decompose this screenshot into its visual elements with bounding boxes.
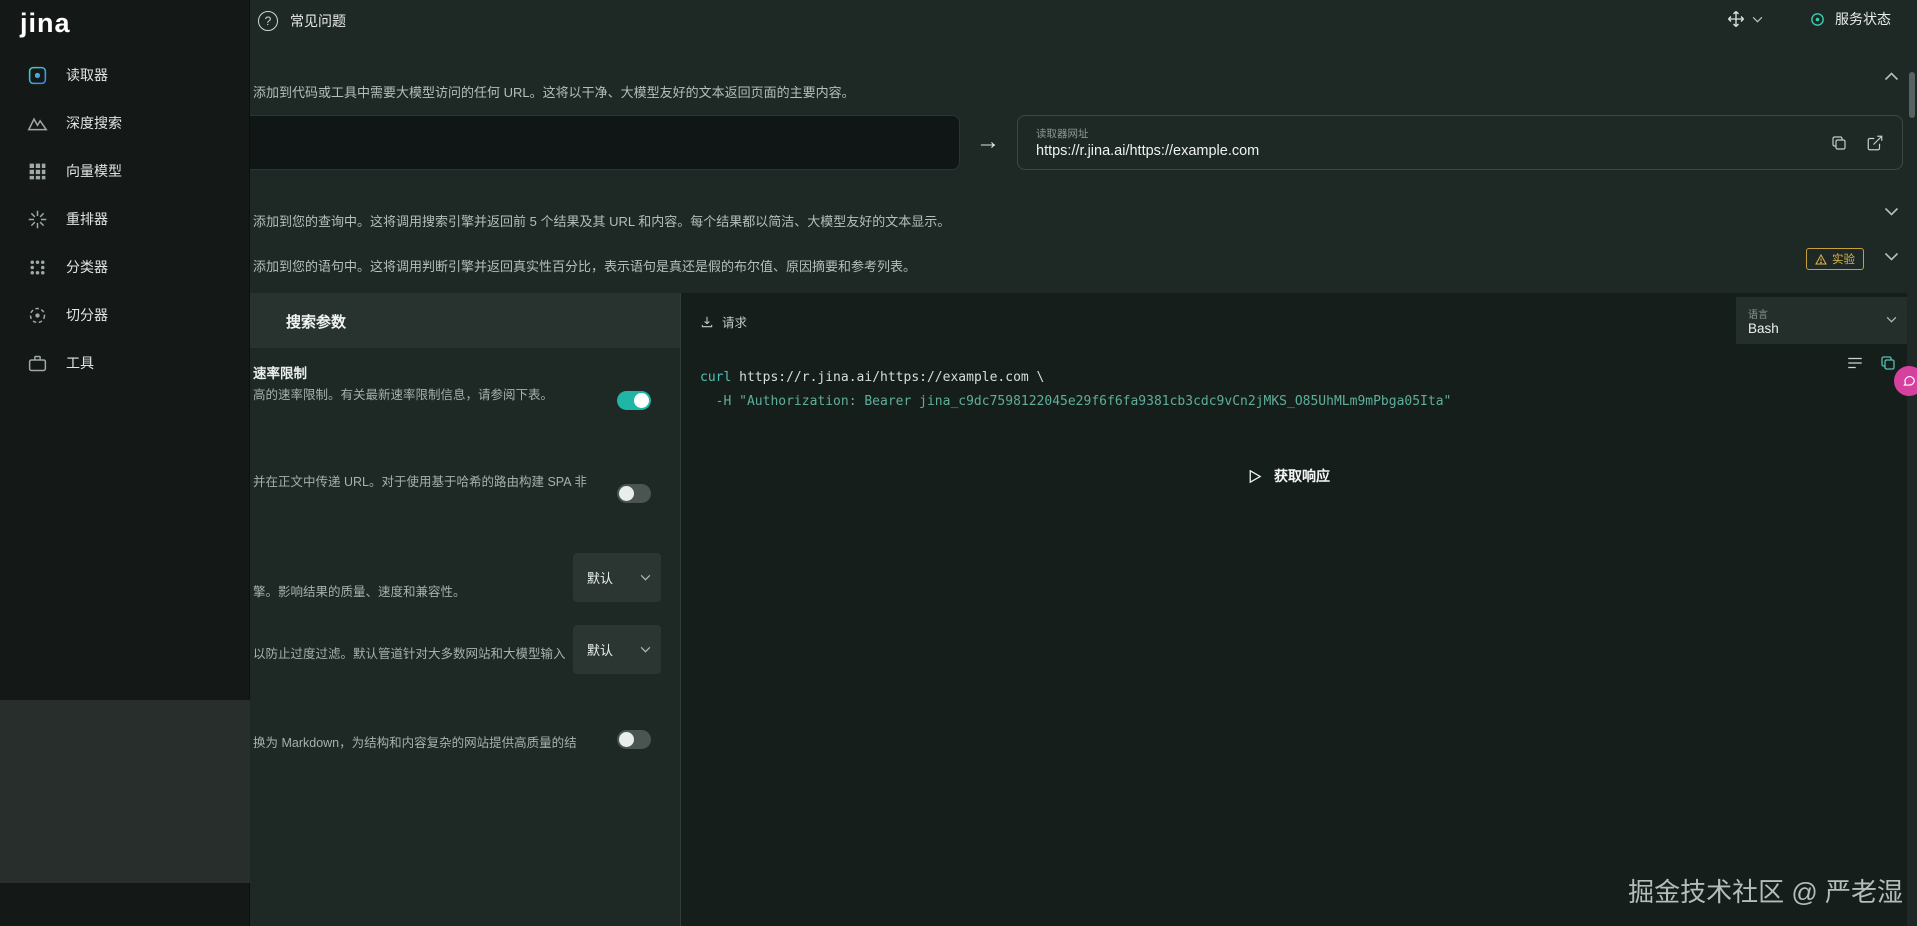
reader-url-result-texts: 读取器网址 https://r.jina.ai/https://example.… <box>1036 126 1830 159</box>
param-rate-limit-heading: 速率限制 <box>253 366 307 381</box>
expand-ground-chevron-down-icon[interactable] <box>1884 252 1899 261</box>
language-select-label: 语言 <box>1748 309 1768 321</box>
experimental-badge: 实验 <box>1806 248 1864 270</box>
page-scrollbar-thumb[interactable] <box>1909 72 1915 118</box>
sidebar-item-segmenter[interactable]: 切分器 <box>0 291 250 339</box>
code-url-arg: https://r.jina.ai/https://example.com \ <box>731 370 1045 385</box>
chevron-down-icon <box>640 574 651 581</box>
sidebar: jina 读取器 深度搜索 向量模型 重排器 分类器 切分器 工具 <box>0 0 250 926</box>
filter-select[interactable]: 默认 <box>573 625 661 674</box>
collapse-reader-chevron-up-icon[interactable] <box>1884 72 1899 81</box>
chevron-down-icon <box>640 646 651 653</box>
sidebar-item-label: 工具 <box>66 355 94 371</box>
engine-select-value: 默认 <box>587 571 614 586</box>
sidebar-item-embeddings[interactable]: 向量模型 <box>0 147 250 195</box>
code-line-1: curl https://r.jina.ai/https://example.c… <box>700 366 1451 390</box>
service-status-link[interactable]: 服务状态 <box>1809 9 1891 29</box>
warning-triangle-icon <box>1815 253 1827 265</box>
mountains-icon <box>27 113 48 134</box>
params-panel-title: 搜索参数 <box>286 314 347 331</box>
request-icon <box>700 315 714 329</box>
sidebar-item-label: 重排器 <box>66 211 108 227</box>
locale-switcher[interactable] <box>1726 9 1763 29</box>
reader-url-value: https://r.jina.ai/https://example.com <box>1036 143 1260 159</box>
ground-description: 添加到您的语句中。这将调用判断引擎并返回真实性百分比，表示语句是真还是假的布尔值… <box>253 259 917 274</box>
language-select[interactable]: 语言 Bash <box>1736 297 1907 344</box>
param-rate-limit-desc: 高的速率限制。有关最新速率限制信息，请参阅下表。 <box>253 388 554 402</box>
code-line-2: -H "Authorization: Bearer jina_c9dc75981… <box>700 394 1452 410</box>
spa-toggle[interactable] <box>617 484 651 503</box>
chat-icon <box>1903 375 1915 386</box>
reader-icon <box>27 65 48 86</box>
chevron-down-icon <box>1886 316 1897 323</box>
sidebar-item-label: 向量模型 <box>66 163 122 179</box>
request-title-row: 请求 <box>700 312 747 331</box>
sidebar-item-tools[interactable]: 工具 <box>0 339 250 387</box>
briefcase-icon <box>27 353 48 374</box>
topbar-right: 服务状态 <box>1726 9 1891 29</box>
reader-url-label: 读取器网址 <box>1036 128 1089 140</box>
engine-select[interactable]: 默认 <box>573 553 661 602</box>
sidebar-item-classifier[interactable]: 分类器 <box>0 243 250 291</box>
sidebar-item-reranker[interactable]: 重排器 <box>0 195 250 243</box>
chevron-down-icon <box>1752 16 1763 23</box>
dots-icon <box>27 257 48 278</box>
reader-url-input[interactable] <box>140 115 960 170</box>
search-description: 添加到您的查询中。这将调用搜索引擎并返回前 5 个结果及其 URL 和内容。每个… <box>253 214 951 229</box>
external-link-icon[interactable] <box>1866 134 1884 152</box>
sidebar-item-reader[interactable]: 读取器 <box>0 51 250 99</box>
param-engine-desc: 擎。影响结果的质量、速度和兼容性。 <box>253 585 466 599</box>
param-markdown-desc: 换为 Markdown，为结构和内容复杂的网站提供高质量的结 <box>253 736 577 750</box>
watermark: 掘金技术社区 @ 严老湿 <box>1628 877 1903 907</box>
filter-select-value: 默认 <box>587 643 614 658</box>
param-filter-desc: 以防止过度过滤。默认管道针对大多数网站和大模型输入 <box>253 647 566 661</box>
code-command: curl <box>700 370 732 385</box>
copy-icon[interactable] <box>1830 134 1848 152</box>
faq-link[interactable]: ? 常见问题 <box>258 11 346 31</box>
sidebar-item-label: 读取器 <box>66 67 108 83</box>
segments-icon <box>27 305 48 326</box>
grid-icon <box>27 161 48 182</box>
play-icon <box>1246 468 1263 485</box>
param-spa-desc: 并在正文中传递 URL。对于使用基于哈希的路由构建 SPA 非 <box>253 475 587 489</box>
reader-url-result-panel: 读取器网址 https://r.jina.ai/https://example.… <box>1017 115 1903 170</box>
jina-logo[interactable]: jina <box>20 8 71 39</box>
sparkle-icon <box>27 209 48 230</box>
sidebar-item-label: 切分器 <box>66 307 108 323</box>
help-circle-icon: ? <box>258 11 278 31</box>
code-actions <box>1846 354 1897 372</box>
experimental-badge-label: 实验 <box>1832 254 1855 266</box>
service-status-label: 服务状态 <box>1835 11 1891 27</box>
get-response-label: 获取响应 <box>1274 468 1330 484</box>
pulse-icon <box>1809 11 1826 28</box>
axes-icon <box>1726 9 1746 29</box>
reader-description: 添加到代码或工具中需要大模型访问的任何 URL。这将以干净、大模型友好的文本返回… <box>253 85 855 100</box>
reader-url-actions <box>1830 134 1884 152</box>
arrow-right-icon: → <box>976 128 1000 155</box>
faq-label: 常见问题 <box>290 13 346 29</box>
request-title: 请求 <box>722 316 748 330</box>
wrap-lines-icon[interactable] <box>1846 355 1864 371</box>
sidebar-item-label: 分类器 <box>66 259 108 275</box>
api-key-toggle[interactable] <box>617 391 651 410</box>
request-code-block: curl https://r.jina.ai/https://example.c… <box>700 366 1451 414</box>
markdown-toggle[interactable] <box>617 730 651 749</box>
tokens-panel: 可用词元 1M •••a <box>0 700 250 883</box>
copy-code-icon[interactable] <box>1879 354 1897 372</box>
expand-search-chevron-down-icon[interactable] <box>1884 207 1899 216</box>
sidebar-item-label: 深度搜索 <box>66 115 122 131</box>
get-response-button[interactable]: 获取响应 <box>1246 466 1330 486</box>
jina-api-dashboard: ? 常见问题 服务状态 添加到代码或工具中需要大模型访问的任何 URL。这将以干… <box>0 0 1917 926</box>
sidebar-item-deepsearch[interactable]: 深度搜索 <box>0 99 250 147</box>
feedback-fab[interactable] <box>1894 366 1917 396</box>
language-select-value: Bash <box>1748 320 1779 336</box>
